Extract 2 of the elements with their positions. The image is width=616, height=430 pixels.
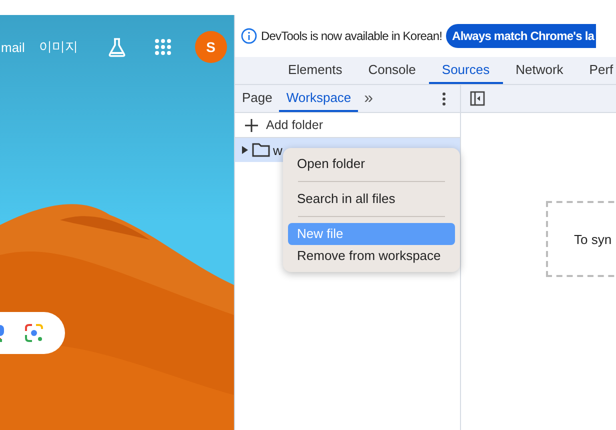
drop-hint: To syn — [574, 232, 612, 246]
notice-text: DevTools is now available in Korean! — [261, 29, 442, 43]
